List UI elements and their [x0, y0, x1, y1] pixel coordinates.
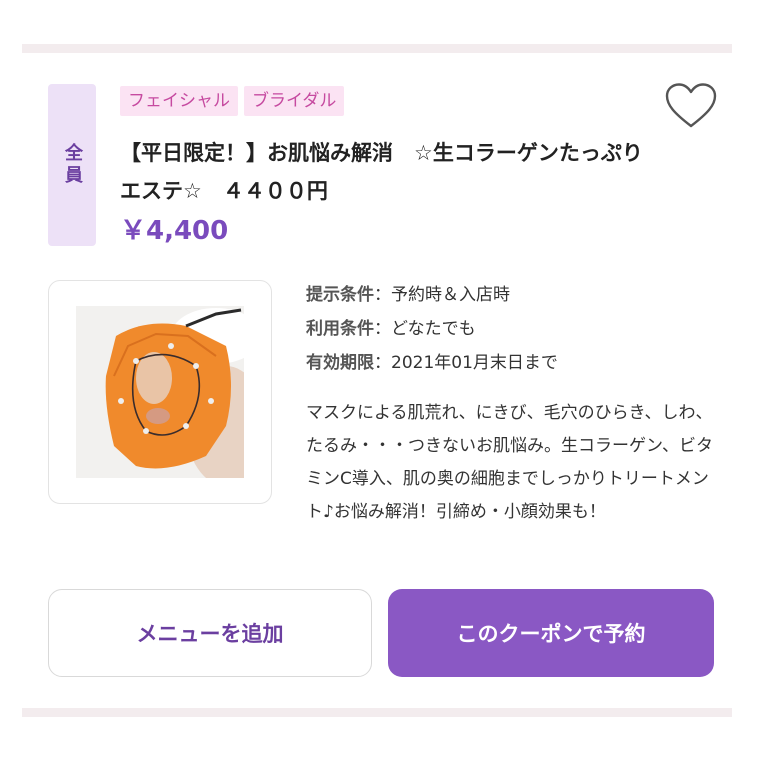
condition-value: どなたでも: [391, 319, 476, 339]
target-badge: 全員: [48, 84, 96, 246]
tag-facial: フェイシャル: [120, 86, 238, 116]
add-menu-button[interactable]: メニューを追加: [48, 589, 372, 677]
condition-usage: 利用条件：どなたでも: [306, 319, 476, 339]
condition-presentation: 提示条件：予約時＆入店時: [306, 285, 510, 305]
condition-value: 2021年01月末日まで: [391, 353, 558, 373]
reserve-coupon-button[interactable]: このクーポンで予約: [388, 589, 714, 677]
coupon-conditions: 提示条件：予約時＆入店時 利用条件：どなたでも 有効期限：2021年01月末日ま…: [306, 278, 558, 380]
facial-mask-treatment-photo: [76, 306, 244, 478]
condition-value: 予約時＆入店時: [391, 285, 510, 305]
target-badge-label: 全員: [62, 143, 83, 187]
condition-key: 提示条件: [306, 285, 374, 305]
coupon-title: 【平日限定！】お肌悩み解消 ☆生コラーゲンたっぷりエステ☆ ４４００円: [120, 141, 643, 203]
coupon-description: マスクによる肌荒れ、にきび、毛穴のひらき、しわ、たるみ・・・つきないお肌悩み。生…: [306, 403, 713, 522]
top-divider: [22, 44, 732, 53]
condition-key: 利用条件: [306, 319, 374, 339]
bottom-divider: [22, 708, 732, 717]
coupon-photo-frame: [48, 280, 272, 504]
favorite-heart-icon[interactable]: [664, 82, 718, 130]
condition-key: 有効期限: [306, 353, 374, 373]
tag-bridal: ブライダル: [244, 86, 345, 116]
category-tags: フェイシャル ブライダル: [120, 86, 345, 116]
coupon-price: ￥4,400: [120, 216, 229, 246]
condition-expiry: 有効期限：2021年01月末日まで: [306, 353, 558, 373]
